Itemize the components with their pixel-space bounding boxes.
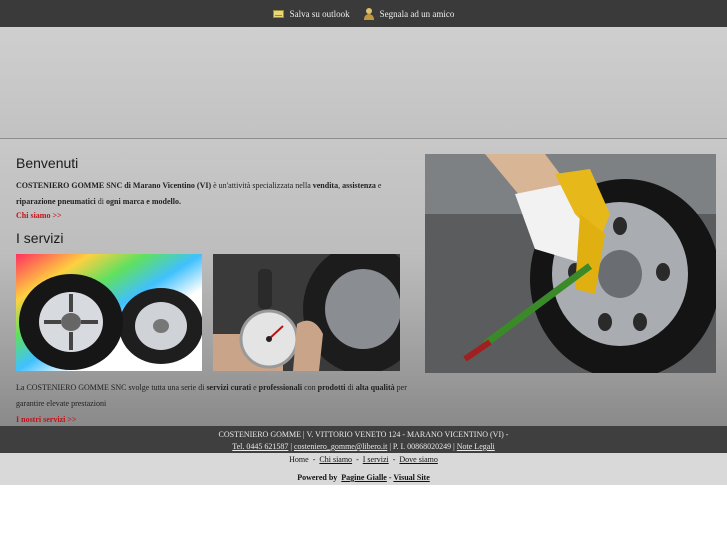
intro-text: è un'attività specializzata nella: [211, 181, 313, 190]
intro-bold: assistenza: [342, 181, 376, 190]
welcome-title: Benvenuti: [16, 155, 79, 171]
nav-dove-siamo[interactable]: Dove siamo: [399, 455, 437, 464]
top-bar: Salva su outlook Segnala ad un amico: [0, 0, 727, 27]
footer-email-link[interactable]: costeniero_gomme@libero.it: [294, 442, 387, 451]
footer-contact: COSTENIERO GOMME | V. VITTORIO VENETO 12…: [0, 426, 727, 453]
nav-dash: -: [388, 455, 400, 464]
footer-nav-area: Home - Chi siamo - I servizi - Dove siam…: [0, 453, 727, 485]
services-text-part: di: [345, 383, 356, 392]
chi-siamo-link[interactable]: Chi siamo >>: [16, 211, 62, 220]
services-text-part: con: [302, 383, 318, 392]
save-outlook-link[interactable]: Salva su outlook: [272, 8, 350, 19]
intro-text: di: [95, 197, 107, 206]
services-bold: servizi curati: [206, 383, 252, 392]
intro-text: e: [375, 181, 382, 190]
save-outlook-label: Salva su outlook: [289, 8, 350, 19]
services-bold: prodotti: [317, 383, 346, 392]
services-bold: alta qualità: [355, 383, 395, 392]
nav-home[interactable]: Home: [289, 455, 309, 464]
nav-dash: -: [352, 455, 363, 464]
powered-label: Powered by: [297, 473, 342, 482]
intro-bold: vendita: [312, 181, 339, 190]
nav-dash: -: [308, 455, 320, 464]
services-bold: professionali: [258, 383, 303, 392]
wheel-image: [425, 154, 716, 373]
visual-site-link[interactable]: Visual Site: [393, 473, 429, 482]
services-title: I servizi: [16, 230, 64, 246]
intro-company: COSTENIERO GOMME SNC di Marano Vicentino…: [16, 181, 212, 190]
intro-bold: ogni marca e modello.: [106, 197, 181, 206]
welcome-intro: COSTENIERO GOMME SNC di Marano Vicentino…: [16, 178, 408, 210]
footer-vat: | P. I. 00868020249 |: [387, 442, 457, 451]
services-text-part: e: [251, 383, 259, 392]
header-banner: [0, 27, 727, 139]
person-icon: [363, 7, 374, 20]
servizi-link[interactable]: I nostri servizi >>: [16, 415, 76, 424]
powered-by: Powered by Pagine Gialle - Visual Site: [0, 473, 727, 482]
nav-chi-siamo[interactable]: Chi siamo: [319, 455, 352, 464]
envelope-icon: [272, 9, 284, 18]
tell-friend-label: Segnala ad un amico: [379, 8, 455, 19]
footer-nav: Home - Chi siamo - I servizi - Dove siam…: [0, 455, 727, 464]
tires-image: [16, 254, 202, 371]
footer-phone-link[interactable]: Tel. 0445 621587: [232, 442, 288, 451]
intro-bold: riparazione pneumatici: [16, 197, 96, 206]
tell-friend-link[interactable]: Segnala ad un amico: [363, 7, 455, 20]
footer-legal-link[interactable]: Note Legali: [457, 442, 495, 451]
pagine-gialle-link[interactable]: Pagine Gialle: [341, 473, 387, 482]
footer-address: COSTENIERO GOMME | V. VITTORIO VENETO 12…: [218, 430, 509, 439]
services-text: La COSTENIERO GOMME SNC svolge tutta una…: [16, 380, 408, 412]
gauge-image: [213, 254, 400, 371]
nav-servizi[interactable]: I servizi: [363, 455, 389, 464]
services-text-part: La COSTENIERO GOMME SNC svolge tutta una…: [16, 383, 207, 392]
